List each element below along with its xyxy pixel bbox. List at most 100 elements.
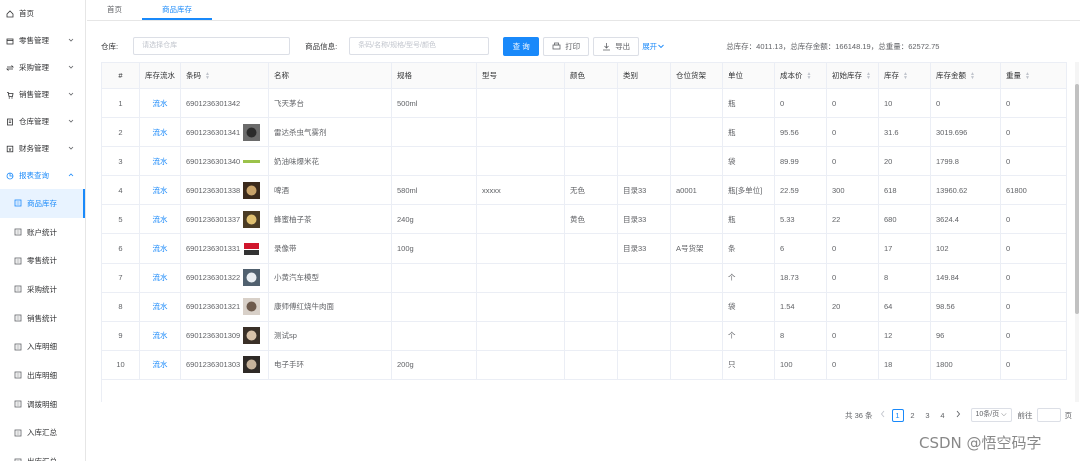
tab-home[interactable]: 首页 xyxy=(87,0,142,20)
page-button-1[interactable]: 1 xyxy=(891,408,904,422)
export-button[interactable]: 导出 xyxy=(593,36,640,56)
cell-flow[interactable]: 流水 xyxy=(140,292,181,321)
finance-icon xyxy=(6,145,14,153)
cell-cost: 1.54 xyxy=(775,292,827,321)
stock-flow-link[interactable]: 流水 xyxy=(153,301,168,312)
product-thumbnail[interactable] xyxy=(240,298,261,316)
warehouse-select[interactable]: 请选择仓库 xyxy=(133,37,291,55)
product-thumbnail[interactable] xyxy=(240,210,261,228)
column-header-init_stock[interactable]: 初始库存 ▲ ▼ xyxy=(827,63,879,88)
product-thumbnail[interactable] xyxy=(240,327,261,345)
sidebar-item-menu-2[interactable]: 销售管理 xyxy=(0,81,85,108)
sidebar-subitem-0[interactable]: 商品库存 xyxy=(0,189,85,218)
product-thumbnail[interactable] xyxy=(240,152,261,170)
sidebar-subitem-6[interactable]: 出库明细 xyxy=(0,361,85,390)
chevron-down-icon xyxy=(67,36,75,44)
cell-flow[interactable]: 流水 xyxy=(140,350,181,379)
column-header-barcode[interactable]: 条码 ▲ ▼ xyxy=(181,63,269,88)
stock-flow-link[interactable]: 流水 xyxy=(153,359,168,370)
sidebar-item-reports[interactable]: 报表查询 xyxy=(0,162,85,189)
sidebar-item-menu-0[interactable]: 零售管理 xyxy=(0,27,85,54)
cell-unit: 条 xyxy=(723,234,775,263)
cell-barcode: 6901236301303 xyxy=(181,350,269,379)
stock-flow-link[interactable]: 流水 xyxy=(153,272,168,283)
product-thumbnail[interactable] xyxy=(240,356,261,374)
column-header-amount[interactable]: 库存金额 ▲ ▼ xyxy=(931,63,1001,88)
cell-flow[interactable]: 流水 xyxy=(140,89,181,118)
product-thumbnail[interactable] xyxy=(240,123,261,141)
column-header-cost[interactable]: 成本价 ▲ ▼ xyxy=(775,63,827,88)
cell-value: 2 xyxy=(118,127,123,137)
sort-icon[interactable]: ▲ ▼ xyxy=(807,71,812,80)
sidebar-item-menu-1[interactable]: 采购管理 xyxy=(0,54,85,81)
cell-stock: 12 xyxy=(879,321,931,350)
sidebar-subitem-4[interactable]: 销售统计 xyxy=(0,304,85,333)
product-search-input[interactable]: 条码/名称/规格/型号/颜色 xyxy=(349,37,490,55)
cell-flow[interactable]: 流水 xyxy=(140,234,181,263)
cell-barcode: 6901236301341 xyxy=(181,118,269,147)
goto-page-input[interactable] xyxy=(1036,408,1061,422)
cell-value: A号货架 xyxy=(676,244,704,254)
report-icon xyxy=(14,285,22,293)
cell-shelf xyxy=(671,205,723,234)
stock-flow-link[interactable]: 流水 xyxy=(153,243,168,254)
sidebar-item-menu-3[interactable]: 仓库管理 xyxy=(0,108,85,135)
sidebar-subitem-8[interactable]: 入库汇总 xyxy=(0,419,85,448)
stock-flow-link[interactable]: 流水 xyxy=(153,214,168,225)
prev-page-button[interactable] xyxy=(877,409,889,422)
product-thumbnail[interactable] xyxy=(240,269,261,287)
swap-icon xyxy=(6,64,14,72)
cell-flow[interactable]: 流水 xyxy=(140,321,181,350)
page-button-2[interactable]: 2 xyxy=(907,409,919,422)
stock-flow-link[interactable]: 流水 xyxy=(153,156,168,167)
page-button-4[interactable]: 4 xyxy=(937,409,949,422)
sidebar-subitem-7[interactable]: 调拨明细 xyxy=(0,390,85,419)
sort-icon[interactable]: ▲ ▼ xyxy=(205,71,210,80)
sidebar-item-menu-4[interactable]: 财务管理 xyxy=(0,135,85,162)
sort-icon[interactable]: ▲ ▼ xyxy=(970,71,975,80)
cell-value: 0 xyxy=(1006,360,1011,370)
cell-amount: 102 xyxy=(931,234,1001,263)
sort-icon[interactable]: ▲ ▼ xyxy=(1025,71,1030,80)
sidebar-subitem-3[interactable]: 采购统计 xyxy=(0,275,85,304)
next-page-button[interactable] xyxy=(952,409,964,422)
cell-value: 个 xyxy=(728,273,736,283)
sidebar-subitem-5[interactable]: 入库明细 xyxy=(0,332,85,361)
table-scrollbar[interactable] xyxy=(1074,62,1080,402)
chevron-down-icon xyxy=(67,90,75,98)
sort-icon[interactable]: ▲ ▼ xyxy=(903,71,908,80)
cell-flow[interactable]: 流水 xyxy=(140,263,181,292)
cell-flow[interactable]: 流水 xyxy=(140,118,181,147)
tab-bar: 首页 商品库存 xyxy=(87,0,1080,21)
sidebar-item-label: 采购管理 xyxy=(19,63,49,72)
stock-flow-link[interactable]: 流水 xyxy=(153,127,168,138)
sort-icon[interactable]: ▲ ▼ xyxy=(866,71,871,80)
cell-flow[interactable]: 流水 xyxy=(140,176,181,205)
column-header-weight[interactable]: 重量 ▲ ▼ xyxy=(1001,63,1067,88)
sidebar-subitem-9[interactable]: 出库汇总 xyxy=(0,447,85,461)
tab-product-stock[interactable]: 商品库存 xyxy=(142,0,212,20)
stock-flow-link[interactable]: 流水 xyxy=(153,98,168,109)
cell-name: 蜂蜜柚子茶 xyxy=(269,205,392,234)
page-button-3[interactable]: 3 xyxy=(922,409,934,422)
stock-flow-link[interactable]: 流水 xyxy=(153,185,168,196)
sidebar-subitem-1[interactable]: 账户统计 xyxy=(0,218,85,247)
cell-value: 100g xyxy=(397,244,414,254)
print-button[interactable]: 打印 xyxy=(543,36,590,56)
column-header-stock[interactable]: 库存 ▲ ▼ xyxy=(879,63,931,88)
cell-flow[interactable]: 流水 xyxy=(140,147,181,176)
column-header-label: # xyxy=(118,71,123,80)
cell-cost: 18.73 xyxy=(775,263,827,292)
cell-value: 测试sp xyxy=(274,331,297,341)
sidebar-item-home[interactable]: 首页 xyxy=(0,0,85,27)
sidebar-subitem-2[interactable]: 零售统计 xyxy=(0,246,85,275)
query-button[interactable]: 查 询 xyxy=(503,36,540,56)
product-thumbnail[interactable] xyxy=(240,181,261,199)
cell-flow[interactable]: 流水 xyxy=(140,205,181,234)
stock-flow-link[interactable]: 流水 xyxy=(153,330,168,341)
product-thumbnail[interactable] xyxy=(240,240,261,258)
expand-toggle[interactable]: 展开 xyxy=(642,41,665,52)
table-row: 6 流水 6901236301331 录像带 100g 目录33 A号货架 条 6 0 17 102 0 xyxy=(102,234,1067,264)
page-size-select[interactable]: 10条/页 ⌵ xyxy=(970,408,1012,422)
cell-category xyxy=(618,147,671,176)
